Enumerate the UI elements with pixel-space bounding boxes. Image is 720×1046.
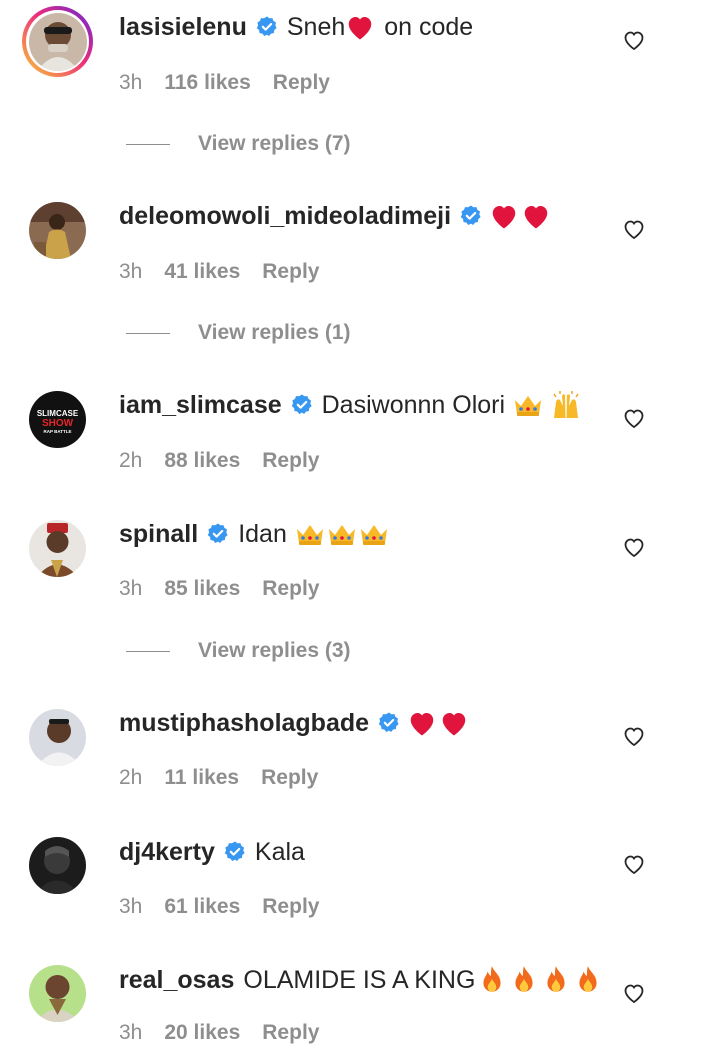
view-replies-button[interactable]: View replies (7) <box>126 131 351 157</box>
comment-meta: 3h 41 likes Reply <box>119 259 319 285</box>
view-replies-label: View replies (7) <box>198 132 351 155</box>
verified-badge-icon <box>378 712 399 732</box>
crown-emoji-icon <box>328 525 355 545</box>
raised-hands-emoji-icon <box>553 391 579 418</box>
comment-likes[interactable]: 61 likes <box>164 895 240 919</box>
comment-text: Sneh <box>286 12 346 41</box>
reply-button[interactable]: Reply <box>262 895 319 919</box>
comment-username[interactable]: dj4kerty <box>119 838 215 867</box>
verified-badge-icon <box>224 841 245 861</box>
comment-likes[interactable]: 20 likes <box>164 1021 240 1045</box>
heart-emoji-icon <box>524 206 548 229</box>
comment-username[interactable]: deleomowoli_mideoladimeji <box>119 202 451 231</box>
comment-likes[interactable]: 41 likes <box>164 260 240 284</box>
fire-emoji-icon <box>483 966 501 992</box>
heart-emoji-icon <box>442 713 466 736</box>
view-replies-button[interactable]: View replies (1) <box>126 320 351 346</box>
comment-username[interactable]: lasisielenu <box>119 13 247 42</box>
avatar <box>28 12 87 71</box>
avatar-logo-text: RAP BATTLE <box>43 429 71 434</box>
comment-username[interactable]: real_osas <box>119 966 234 995</box>
avatar[interactable] <box>29 837 86 894</box>
comment-line: iam_slimcase Dasiwonnn Olori <box>119 388 582 422</box>
like-heart-icon[interactable] <box>622 29 646 51</box>
reply-button[interactable]: Reply <box>261 766 318 790</box>
comment-text-tail: on code <box>377 12 474 41</box>
comment-username[interactable]: spinall <box>119 520 198 549</box>
crown-emoji-icon <box>360 525 387 545</box>
comment-line: dj4kerty Kala <box>119 835 305 869</box>
like-heart-icon[interactable] <box>622 218 646 240</box>
crown-emoji-icon <box>296 525 323 545</box>
avatar[interactable]: SLIMCASE SHOW RAP BATTLE <box>29 391 86 448</box>
comment-time: 3h <box>119 1021 143 1044</box>
verified-badge-icon <box>460 205 481 225</box>
comment-time: 3h <box>119 71 143 94</box>
comment-text: Idan <box>238 519 294 548</box>
avatar-logo-text: SLIMCASE <box>37 409 79 418</box>
comment-time: 2h <box>119 449 143 472</box>
reply-button[interactable]: Reply <box>262 577 319 601</box>
like-heart-icon[interactable] <box>622 725 646 747</box>
replies-divider <box>126 650 170 652</box>
verified-badge-icon <box>256 16 277 36</box>
fire-emoji-icon <box>547 966 565 992</box>
heart-emoji-icon <box>349 17 372 40</box>
comment-meta: 3h 85 likes Reply <box>119 576 319 602</box>
comment-username[interactable]: mustiphasholagbade <box>119 709 369 738</box>
comment-likes[interactable]: 85 likes <box>164 577 240 601</box>
view-replies-button[interactable]: View replies (3) <box>126 638 351 664</box>
comment-line: real_osas OLAMIDE IS A KING <box>119 963 602 997</box>
comments-list: lasisielenu Sneh on code 3h 116 likes Re… <box>0 0 720 1044</box>
comment-meta: 3h 20 likes Reply <box>119 1020 319 1046</box>
avatar[interactable] <box>29 965 86 1022</box>
replies-divider <box>126 143 170 145</box>
crown-emoji-icon <box>514 396 541 416</box>
comment-meta: 2h 11 likes Reply <box>119 765 318 791</box>
like-heart-icon[interactable] <box>622 536 646 558</box>
reply-button[interactable]: Reply <box>273 71 330 95</box>
verified-badge-icon <box>207 523 228 543</box>
comment-meta: 3h 116 likes Reply <box>119 70 330 96</box>
reply-button[interactable]: Reply <box>262 449 319 473</box>
avatar-story-ring[interactable] <box>22 6 93 77</box>
avatar[interactable] <box>29 202 86 259</box>
comment-time: 3h <box>119 577 143 600</box>
verified-badge-icon <box>291 394 312 414</box>
comment-line: lasisielenu Sneh on code <box>119 10 473 44</box>
heart-emoji-icon <box>410 713 434 736</box>
comment-likes[interactable]: 88 likes <box>164 449 240 473</box>
comment-line: mustiphasholagbade <box>119 706 469 740</box>
comment-meta: 3h 61 likes Reply <box>119 894 319 920</box>
reply-button[interactable]: Reply <box>262 260 319 284</box>
like-heart-icon[interactable] <box>622 407 646 429</box>
comment-time: 3h <box>119 260 143 283</box>
comment-line: deleomowoli_mideoladimeji <box>119 199 551 233</box>
comment-text: Kala <box>254 837 305 866</box>
comment-time: 3h <box>119 895 143 918</box>
avatar[interactable] <box>29 709 86 766</box>
comment-likes[interactable]: 116 likes <box>164 71 250 95</box>
avatar[interactable] <box>29 520 86 577</box>
like-heart-icon[interactable] <box>622 853 646 875</box>
comment-line: spinall Idan <box>119 517 390 551</box>
view-replies-label: View replies (3) <box>198 639 351 662</box>
comment-time: 2h <box>119 766 143 789</box>
reply-button[interactable]: Reply <box>262 1021 319 1045</box>
avatar-logo-text: SHOW <box>42 418 74 429</box>
comment-meta: 2h 88 likes Reply <box>119 448 319 474</box>
comment-text: Dasiwonnn Olori <box>321 390 512 419</box>
heart-emoji-icon <box>492 206 516 229</box>
like-heart-icon[interactable] <box>622 982 646 1004</box>
comment-text: OLAMIDE IS A KING <box>243 965 476 994</box>
fire-emoji-icon <box>579 966 597 992</box>
fire-emoji-icon <box>515 966 533 992</box>
replies-divider <box>126 332 170 334</box>
view-replies-label: View replies (1) <box>198 321 351 344</box>
comment-likes[interactable]: 11 likes <box>164 766 239 790</box>
comment-username[interactable]: iam_slimcase <box>119 391 282 420</box>
